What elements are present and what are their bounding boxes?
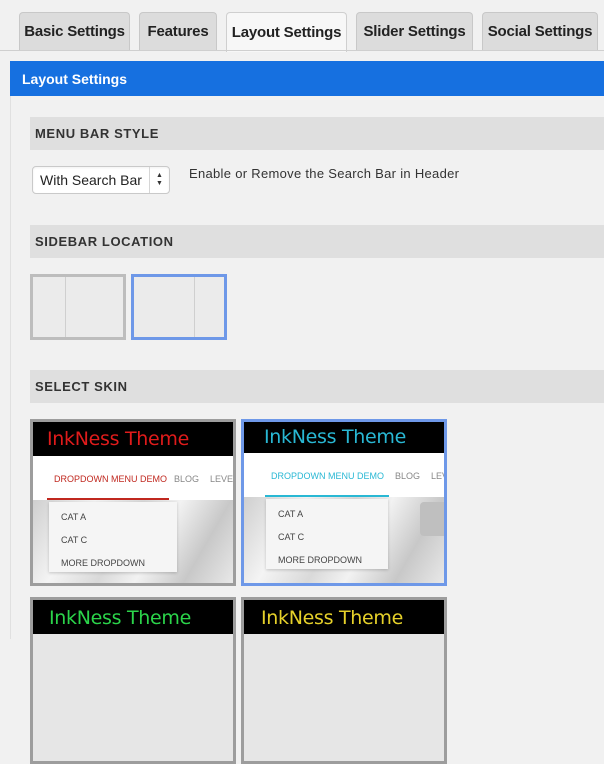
skin-option-cyan[interactable]: InkNess Theme DROPDOWN MENU DEMO BLOG LE… [241,419,447,586]
sidebar-left-divider [65,277,66,337]
skin-title: InkNess Theme [261,607,404,629]
menu-bar-style-select[interactable]: With Search Bar ▲ ▼ [32,166,170,194]
skin-menu-bar: DROPDOWN MENU DEMO BLOG LEV [244,453,444,497]
skin-preview-badge [420,502,444,536]
tab-basic-settings[interactable]: Basic Settings [19,12,130,50]
skin-menu-item: LEV [431,471,447,481]
skin-option-yellow[interactable]: InkNess Theme [241,597,447,764]
skin-dropdown-item: CAT A [61,512,87,522]
skin-option-green[interactable]: InkNess Theme [30,597,236,764]
menu-bar-style-heading: MENU BAR STYLE [30,117,604,150]
menu-bar-style-description: Enable or Remove the Search Bar in Heade… [189,166,460,181]
tab-features[interactable]: Features [139,12,217,50]
select-arrows-icon: ▲ ▼ [149,167,169,193]
skin-option-red[interactable]: InkNess Theme DROPDOWN MENU DEMO BLOG LE… [30,419,236,586]
skin-dropdown-item: CAT A [278,509,304,519]
skin-dropdown-item: CAT C [278,532,305,542]
tab-social-settings[interactable]: Social Settings [482,12,598,50]
skin-title: InkNess Theme [49,607,192,629]
sidebar-right-option[interactable] [131,274,227,340]
skin-title: InkNess Theme [264,426,407,448]
skin-dropdown: CAT A CAT C MORE DROPDOWN [266,499,388,569]
skin-menu-bar: DROPDOWN MENU DEMO BLOG LEVE [33,456,233,500]
section-title: Layout Settings [22,70,128,87]
sidebar-location-heading: SIDEBAR LOCATION [30,225,604,258]
skin-dropdown-item: MORE DROPDOWN [278,555,362,565]
skin-dropdown-item: MORE DROPDOWN [61,558,145,568]
skin-menu-item: BLOG [174,474,200,484]
menu-bar-style-value: With Search Bar [40,172,142,188]
sidebar-left-option[interactable] [30,274,126,340]
skin-dropdown: CAT A CAT C MORE DROPDOWN [49,502,177,572]
skin-menu-item: DROPDOWN MENU DEMO [54,474,167,484]
skin-menu-item: LEVE [210,474,234,484]
skin-menu-item: BLOG [395,471,421,481]
select-skin-heading: SELECT SKIN [30,370,604,403]
tab-slider-settings[interactable]: Slider Settings [356,12,473,50]
skin-title: InkNess Theme [47,428,190,450]
sidebar-right-divider [194,277,195,337]
skin-dropdown-item: CAT C [61,535,88,545]
tab-layout-settings[interactable]: Layout Settings [226,12,347,52]
settings-tabs: Basic Settings Features Layout Settings … [0,0,604,52]
section-header: Layout Settings [10,61,604,96]
skin-menu-item: DROPDOWN MENU DEMO [271,471,384,481]
tab-divider [0,50,604,51]
